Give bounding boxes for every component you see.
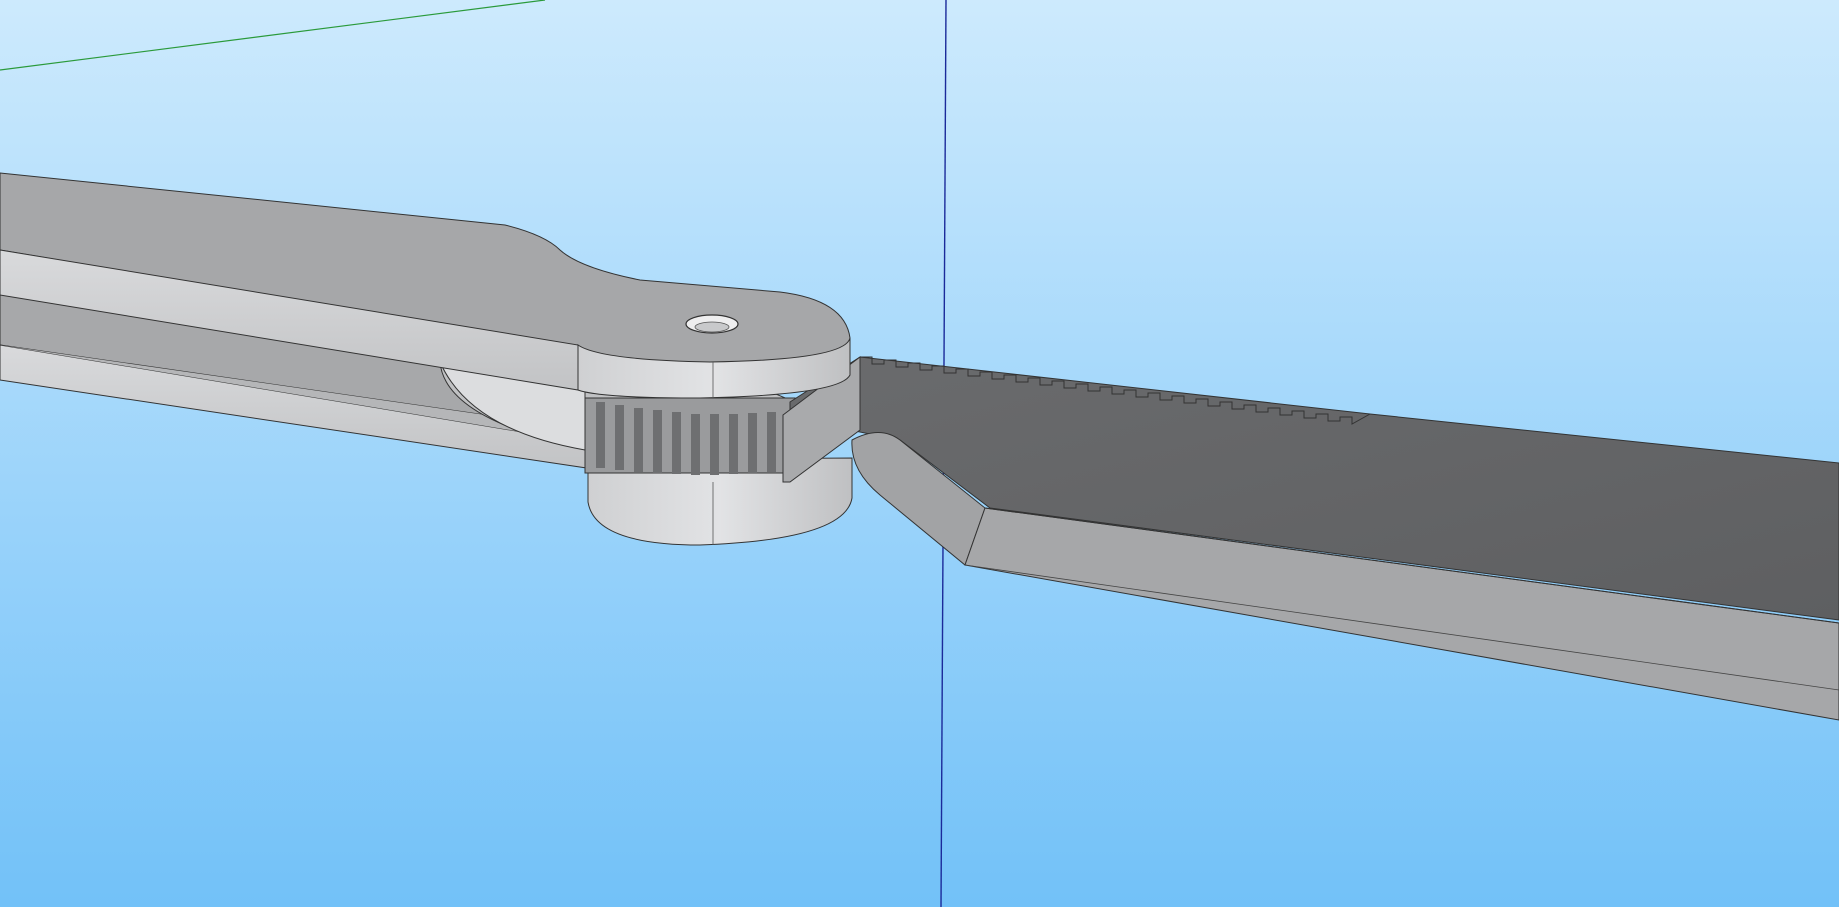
model-scene[interactable] [0, 0, 1839, 907]
3d-viewport[interactable] [0, 0, 1839, 907]
gear-teeth [584, 397, 796, 475]
